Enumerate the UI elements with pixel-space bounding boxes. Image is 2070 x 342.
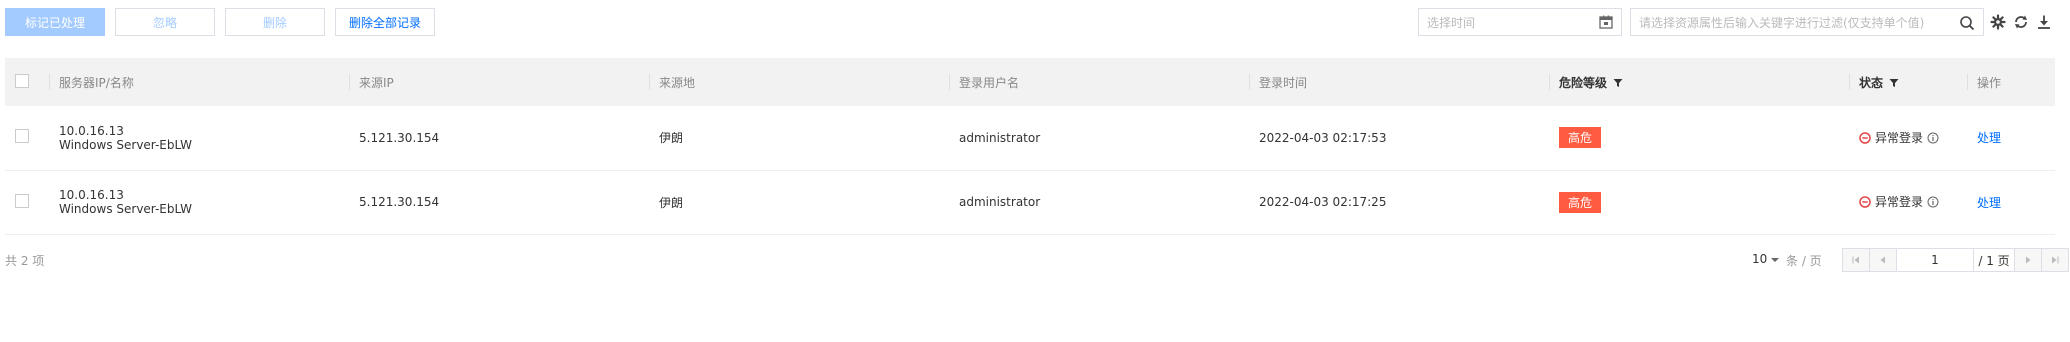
login-time: 2022-04-03 02:17:53 <box>1259 130 1387 145</box>
server-name: Windows Server-EbLW <box>59 137 192 152</box>
header-status: 状态 <box>1849 58 1967 106</box>
last-page-button[interactable] <box>2041 249 2068 271</box>
error-circle-icon <box>1859 196 1871 208</box>
location: 伊朗 <box>659 131 684 146</box>
delete-button[interactable]: 删除 <box>225 8 325 36</box>
date-placeholder: 选择时间 <box>1427 15 1476 30</box>
prev-page-icon <box>1880 256 1885 264</box>
header-login-time: 登录时间 <box>1249 58 1549 106</box>
status-cell: 异常登录 <box>1849 106 1967 170</box>
process-link[interactable]: 处理 <box>1977 131 2001 145</box>
table-header-row: 服务器IP/名称 来源IP 来源地 登录用户名 登录时间 危险等级 状态 操作 <box>5 58 2055 106</box>
status: 异常登录 <box>1859 193 1939 210</box>
username: administrator <box>959 195 1041 209</box>
search-icon[interactable] <box>1959 15 1975 31</box>
row-checkbox[interactable] <box>15 193 29 208</box>
header-username: 登录用户名 <box>949 58 1249 106</box>
server-name: Windows Server-EbLW <box>59 202 192 216</box>
info-icon[interactable] <box>1927 196 1939 208</box>
risk-cell: 高危 <box>1549 170 1849 234</box>
first-page-icon <box>1852 256 1859 264</box>
prev-page-button[interactable] <box>1869 249 1896 271</box>
page-size-select[interactable]: 10 <box>1752 252 1780 266</box>
risk-badge: 高危 <box>1559 191 1602 213</box>
error-circle-icon <box>1859 131 1871 144</box>
caret-down-icon <box>1771 258 1780 262</box>
table-row: 10.0.16.13 Windows Server-EbLW 5.121.30.… <box>5 106 2055 170</box>
server-ip: 10.0.16.13 <box>59 123 124 138</box>
header-server: 服务器IP/名称 <box>49 58 349 106</box>
risk-cell: 高危 <box>1549 106 1849 170</box>
filter-icon[interactable] <box>1889 78 1899 88</box>
server-ip: 10.0.16.13 <box>59 188 124 202</box>
action-cell: 处理 <box>1967 106 2055 170</box>
next-page-button[interactable] <box>2015 249 2041 271</box>
select-all-cell <box>5 58 49 106</box>
login-time: 2022-04-03 02:17:25 <box>1259 195 1387 209</box>
status-cell: 异常登录 <box>1849 170 1967 234</box>
delete-all-button[interactable]: 删除全部记录 <box>335 8 435 36</box>
next-page-icon <box>2026 256 2031 264</box>
page-number-input[interactable]: 1 <box>1896 249 1974 271</box>
page-size-unit: 条 / 页 <box>1786 254 1822 268</box>
header-status-label: 状态 <box>1859 75 1884 90</box>
status-label: 异常登录 <box>1875 131 1924 145</box>
page-total: / 1 页 <box>1974 249 2015 271</box>
pagination: 1 / 1 页 <box>1842 248 2069 272</box>
source-ip: 5.121.30.154 <box>359 195 440 209</box>
first-page-button[interactable] <box>1843 249 1869 271</box>
risk-badge: 高危 <box>1559 127 1602 149</box>
filter-icon[interactable] <box>1613 78 1623 88</box>
refresh-icon[interactable] <box>2013 14 2029 30</box>
row-select-cell <box>5 170 49 234</box>
header-source-ip: 来源IP <box>349 58 649 106</box>
date-picker[interactable]: 选择时间 <box>1418 8 1622 36</box>
info-icon[interactable] <box>1927 132 1939 144</box>
ignore-button[interactable]: 忽略 <box>115 8 215 36</box>
status-label: 异常登录 <box>1875 195 1924 210</box>
search-placeholder: 请选择资源属性后输入关键字进行过滤(仅支持单个值) <box>1639 15 1925 30</box>
username: administrator <box>959 130 1041 145</box>
last-page-icon <box>2052 256 2059 264</box>
select-all-checkbox[interactable] <box>15 73 29 88</box>
mark-processed-button[interactable]: 标记已处理 <box>5 8 105 36</box>
login-records-table: 服务器IP/名称 来源IP 来源地 登录用户名 登录时间 危险等级 状态 操作 … <box>5 58 2055 235</box>
action-cell: 处理 <box>1967 170 2055 234</box>
table-row: 10.0.16.13 Windows Server-EbLW 5.121.30.… <box>5 170 2055 234</box>
header-risk: 危险等级 <box>1549 58 1849 106</box>
page-size-value: 10 <box>1752 252 1768 266</box>
row-checkbox[interactable] <box>15 129 29 144</box>
header-action: 操作 <box>1967 58 2055 106</box>
location: 伊朗 <box>659 195 684 210</box>
status: 异常登录 <box>1859 129 1939 146</box>
process-link[interactable]: 处理 <box>1977 196 2001 210</box>
source-ip: 5.121.30.154 <box>359 130 440 145</box>
row-select-cell <box>5 106 49 170</box>
total-count: 共 2 项 <box>5 254 45 268</box>
calendar-icon[interactable] <box>1599 15 1613 29</box>
gear-icon[interactable] <box>1990 14 2006 30</box>
search-input[interactable]: 请选择资源属性后输入关键字进行过滤(仅支持单个值) <box>1630 8 1984 36</box>
header-location: 来源地 <box>649 58 949 106</box>
server-cell: 10.0.16.13 Windows Server-EbLW <box>49 106 349 170</box>
download-icon[interactable] <box>2036 14 2052 30</box>
server-cell: 10.0.16.13 Windows Server-EbLW <box>49 170 349 234</box>
header-risk-label: 危险等级 <box>1559 75 1608 90</box>
